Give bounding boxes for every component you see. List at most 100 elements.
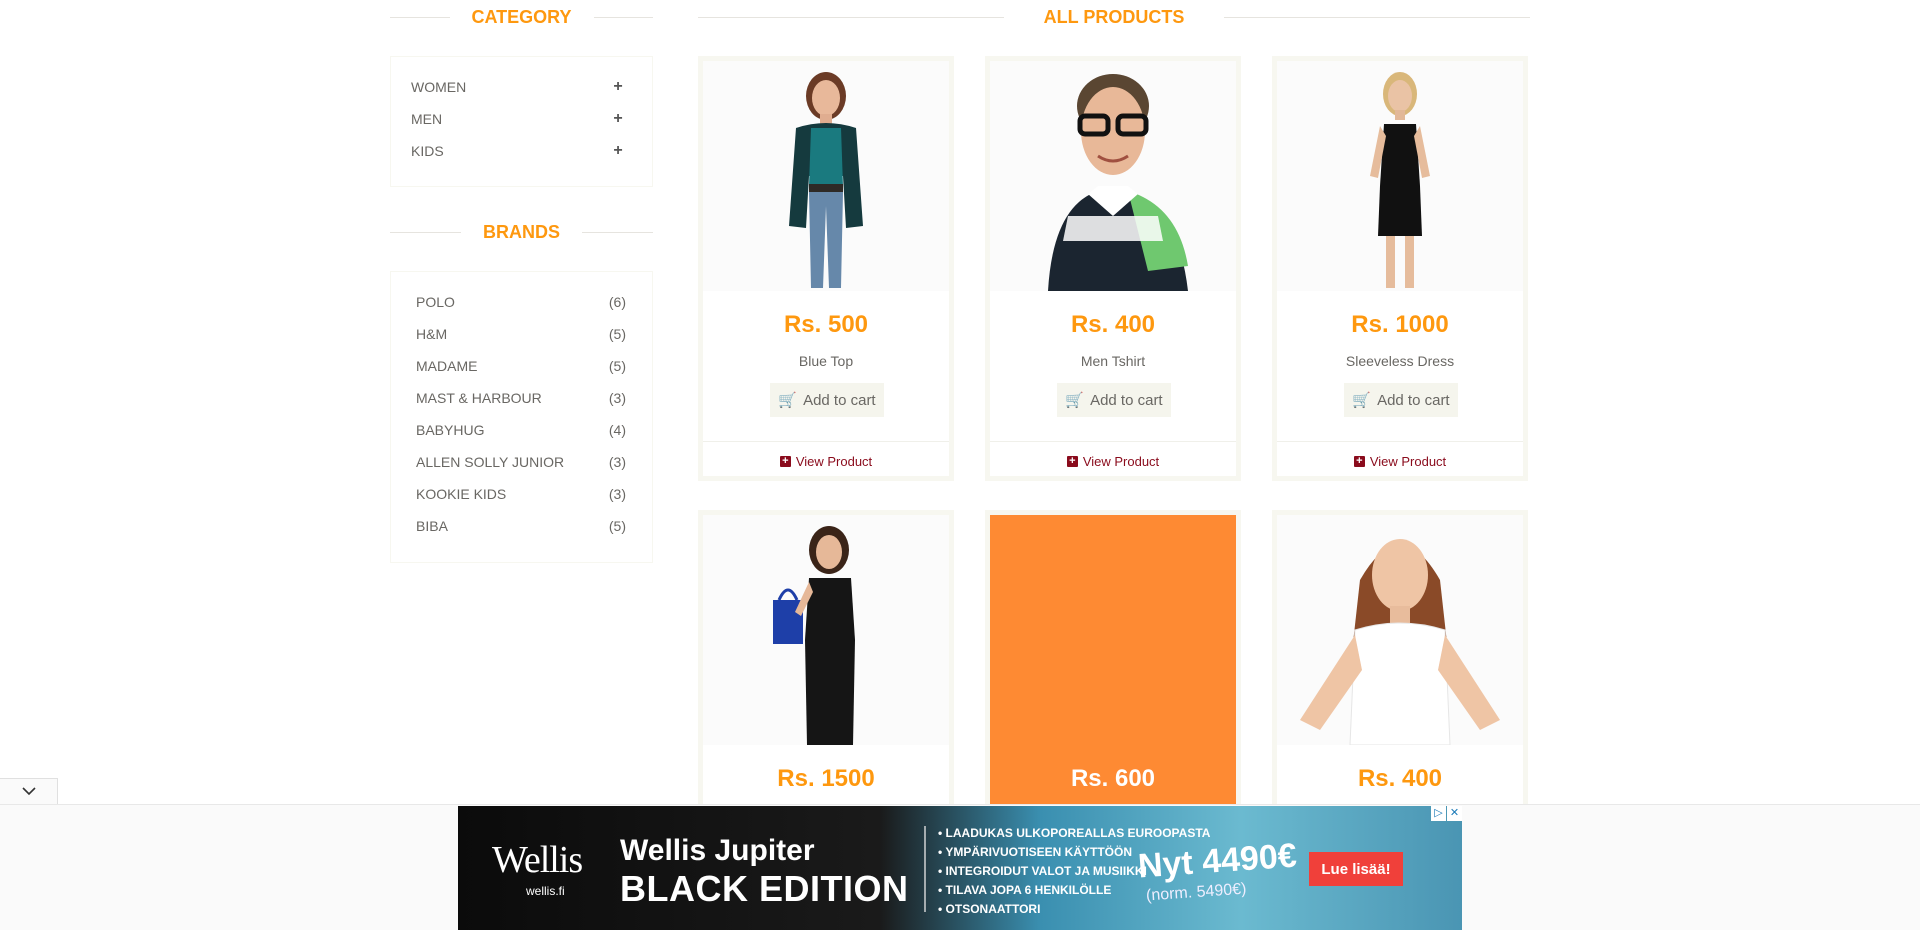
product-card: Rs. 500 Blue Top 🛒 Add to cart + View Pr… — [698, 56, 954, 481]
ad-choices: ▷ ✕ — [1430, 806, 1462, 821]
brand-item-madame[interactable]: MADAME (5) — [416, 350, 626, 382]
man-tshirt-image — [1048, 74, 1188, 291]
category-title: CATEGORY — [471, 6, 572, 27]
plus-icon[interactable]: + — [612, 142, 624, 160]
category-title-row: CATEGORY — [390, 0, 654, 34]
category-item-women[interactable]: WOMEN + — [411, 71, 624, 103]
brand-count: (5) — [608, 358, 626, 374]
product-image — [990, 61, 1236, 291]
brand-label: KOOKIE KIDS — [416, 486, 507, 502]
brand-item-babyhug[interactable]: BABYHUG (4) — [416, 414, 626, 446]
brand-count: (5) — [608, 518, 626, 534]
brands-title-row: BRANDS — [390, 215, 654, 249]
brand-item-polo[interactable]: POLO (6) — [416, 286, 626, 318]
add-to-cart-label: Add to cart — [803, 391, 876, 409]
product-price: Rs. 1000 — [1351, 311, 1449, 338]
product-price: Rs. 400 — [1357, 765, 1443, 792]
brand-item-hm[interactable]: H&M (5) — [416, 318, 626, 350]
ad-logo: Wellis — [492, 839, 583, 881]
product-image — [703, 515, 949, 745]
brands-panel: POLO (6) H&M (5) MADAME (5) MAST & HARBO… — [390, 271, 653, 563]
brand-item-kookie-kids[interactable]: KOOKIE KIDS (3) — [416, 478, 626, 510]
plus-icon[interactable]: + — [612, 110, 624, 128]
category-item-men[interactable]: MEN + — [411, 103, 624, 135]
category-item-kids[interactable]: KIDS + — [411, 135, 624, 167]
title-divider — [390, 16, 450, 18]
product-card: Rs. 400 — [1272, 510, 1528, 810]
product-card: Rs. 600 — [985, 510, 1241, 810]
brand-item-mast-harbour[interactable]: MAST & HARBOUR (3) — [416, 382, 626, 414]
title-divider — [698, 16, 1004, 18]
sleeveless-dress-image — [1370, 72, 1430, 288]
brand-label: H&M — [416, 326, 448, 342]
view-product-link[interactable]: + View Product — [990, 454, 1236, 469]
brand-label: MADAME — [416, 358, 478, 374]
product-name: Sleeveless Dress — [1345, 353, 1455, 369]
cart-icon: 🛒 — [1065, 392, 1085, 409]
add-to-cart-button[interactable]: 🛒 Add to cart — [1057, 383, 1171, 417]
product-name: Blue Top — [798, 353, 854, 369]
view-product-label: View Product — [795, 454, 873, 469]
ad-divider — [924, 826, 926, 912]
product-image — [1277, 515, 1523, 745]
woman-blue-top-image — [789, 72, 863, 288]
brand-count: (5) — [608, 326, 626, 342]
brand-item-biba[interactable]: BIBA (5) — [416, 510, 626, 542]
product-price: Rs. 1500 — [777, 765, 875, 792]
product-price: Rs. 400 — [1070, 311, 1156, 338]
product-price: Rs. 600 — [1070, 765, 1156, 792]
product-name: Men Tshirt — [1080, 353, 1146, 369]
title-divider — [593, 16, 654, 18]
all-products-title-row: ALL PRODUCTS — [698, 0, 1531, 34]
brand-label: ALLEN SOLLY JUNIOR — [416, 454, 565, 470]
product-image — [703, 61, 949, 291]
plus-icon[interactable]: + — [612, 78, 624, 96]
add-to-cart-button[interactable]: 🛒 Add to cart — [770, 383, 884, 417]
category-label: WOMEN — [411, 79, 467, 95]
brand-label: BABYHUG — [416, 422, 485, 438]
card-divider — [1277, 441, 1523, 442]
brand-label: BIBA — [416, 518, 448, 534]
title-divider — [582, 231, 654, 233]
ad-collapse-toggle[interactable] — [0, 778, 58, 804]
brand-count: (3) — [608, 486, 626, 502]
brand-count: (6) — [608, 294, 626, 310]
add-to-cart-button[interactable]: 🛒 Add to cart — [1344, 383, 1458, 417]
brand-count: (3) — [608, 390, 626, 406]
brand-label: MAST & HARBOUR — [416, 390, 542, 406]
brand-count: (4) — [608, 422, 626, 438]
ad-logo-site: wellis.fi — [526, 884, 565, 898]
brand-label: POLO — [416, 294, 455, 310]
advertisement-banner[interactable]: Wellis wellis.fi Wellis Jupiter BLACK ED… — [458, 806, 1462, 930]
ad-bullet: • LAADUKAS ULKOPOREALLAS EUROOPASTA — [938, 826, 1211, 840]
plus-square-icon: + — [779, 456, 791, 467]
title-divider — [1224, 16, 1531, 18]
all-products-title: ALL PRODUCTS — [1043, 6, 1185, 27]
brand-count: (3) — [608, 454, 626, 470]
woman-white-top-image — [1300, 539, 1500, 745]
view-product-label: View Product — [1369, 454, 1447, 469]
card-divider — [990, 441, 1236, 442]
ad-headline: Wellis Jupiter — [620, 834, 815, 867]
plus-square-icon: + — [1353, 456, 1365, 467]
category-label: KIDS — [411, 143, 444, 159]
view-product-label: View Product — [1082, 454, 1160, 469]
cart-icon: 🛒 — [1352, 392, 1372, 409]
title-divider — [390, 231, 461, 233]
woman-black-dress-image — [773, 526, 855, 745]
cart-icon: 🛒 — [778, 392, 798, 409]
plus-square-icon: + — [1066, 456, 1078, 467]
close-icon[interactable]: ✕ — [1447, 806, 1462, 821]
brands-title: BRANDS — [483, 221, 561, 242]
view-product-link[interactable]: + View Product — [703, 454, 949, 469]
product-image — [1277, 61, 1523, 291]
ad-cta-button[interactable]: Lue lisää! — [1309, 852, 1403, 886]
brand-item-allen-solly-junior[interactable]: ALLEN SOLLY JUNIOR (3) — [416, 446, 626, 478]
category-panel: WOMEN + MEN + KIDS + — [390, 56, 653, 187]
product-card: Rs. 1500 — [698, 510, 954, 810]
view-product-link[interactable]: + View Product — [1277, 454, 1523, 469]
chevron-down-icon — [21, 783, 36, 801]
product-price: Rs. 500 — [783, 311, 869, 338]
add-to-cart-label: Add to cart — [1090, 391, 1163, 409]
adchoices-icon[interactable]: ▷ — [1431, 806, 1446, 821]
